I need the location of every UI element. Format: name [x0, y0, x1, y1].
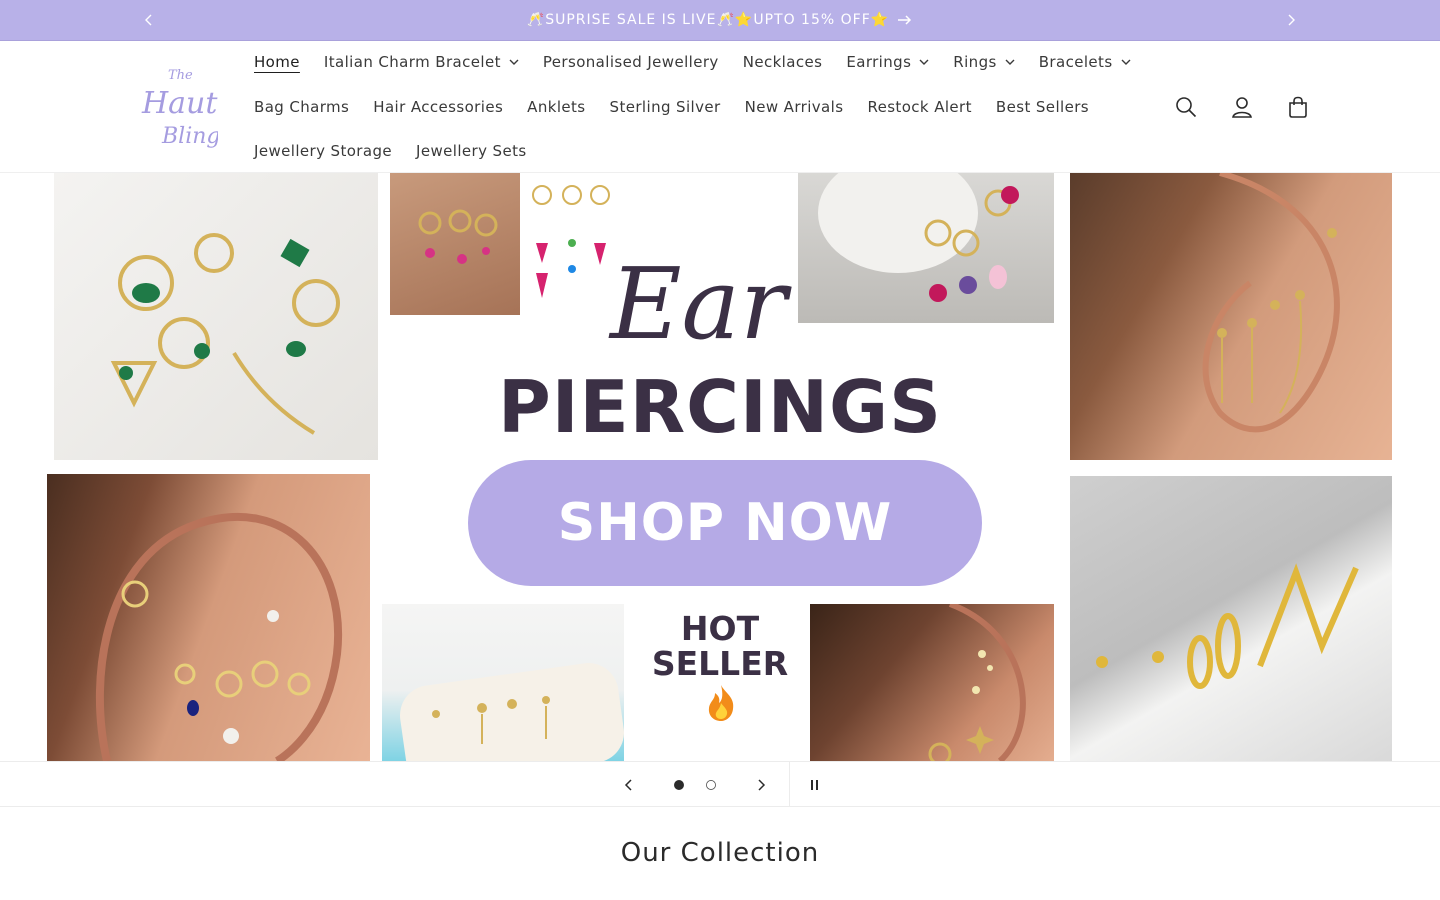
nav-item-label: Italian Charm Bracelet	[323, 53, 501, 71]
chevron-right-icon	[758, 779, 766, 791]
chevron-down-icon	[1005, 57, 1015, 67]
hot-seller-line2: SELLER	[651, 644, 789, 683]
svg-text:Haute: Haute	[141, 86, 218, 121]
pause-icon	[811, 780, 818, 790]
bag-icon	[1289, 96, 1307, 118]
svg-text:The: The	[168, 68, 193, 83]
announcement-bar: 🥂SUPRISE SALE IS LIVE🥂⭐UPTO 15% OFF⭐	[0, 0, 1440, 41]
nav-item-new-arrivals[interactable]: New Arrivals	[733, 98, 856, 116]
slideshow-controls	[0, 761, 1440, 807]
hero-headline: PIERCINGS	[497, 365, 943, 449]
nav-item-label: Bracelets	[1038, 53, 1113, 71]
announcement-text: 🥂SUPRISE SALE IS LIVE🥂⭐UPTO 15% OFF⭐	[526, 12, 890, 28]
nav-item-italian-charm-bracelet[interactable]: Italian Charm Bracelet	[312, 53, 531, 71]
nav-item-jewellery-storage[interactable]: Jewellery Storage	[242, 142, 404, 160]
slide-next-button[interactable]	[749, 773, 773, 797]
nav-item-label: New Arrivals	[744, 98, 844, 116]
ear-script-heading: Ear	[608, 248, 792, 362]
green-earrings-photo	[54, 173, 378, 460]
svg-text:Bling: Bling	[161, 124, 218, 149]
nav-item-bag-charms[interactable]: Bag Charms	[242, 98, 361, 116]
nav-item-label: Jewellery Storage	[254, 142, 393, 160]
nav-item-label: Sterling Silver	[609, 98, 721, 116]
chevron-right-icon	[1288, 14, 1295, 26]
nav-item-label: Personalised Jewellery	[542, 53, 719, 71]
nav-item-rings[interactable]: Rings	[941, 53, 1026, 71]
main-nav-row-3: Jewellery Storage Jewellery Sets	[242, 136, 539, 166]
account-button[interactable]	[1222, 87, 1262, 127]
nav-item-label: Earrings	[846, 53, 912, 71]
search-button[interactable]	[1166, 87, 1206, 127]
chevron-left-icon	[624, 779, 632, 791]
nav-item-label: Rings	[953, 53, 997, 71]
our-collection-heading: Our Collection	[620, 838, 820, 868]
nav-item-jewellery-sets[interactable]: Jewellery Sets	[404, 142, 539, 160]
nav-item-label: Home	[254, 53, 300, 71]
announcement-link[interactable]: 🥂SUPRISE SALE IS LIVE🥂⭐UPTO 15% OFF⭐	[0, 0, 1440, 40]
ear-hoops-photo	[390, 173, 520, 315]
nav-item-label: Bag Charms	[254, 98, 350, 116]
announcement-next-button[interactable]	[1279, 8, 1303, 32]
nav-item-label: Jewellery Sets	[416, 142, 527, 160]
site-header: The Haute Bling Home Italian Charm Bracel…	[0, 41, 1440, 173]
hot-seller-badge: HOT SELLER	[640, 611, 800, 681]
nav-item-home[interactable]: Home	[242, 53, 312, 71]
nav-item-earrings[interactable]: Earrings	[834, 53, 941, 71]
fire-icon	[708, 685, 734, 721]
svg-text:Ear: Ear	[608, 248, 792, 362]
header-icons	[1166, 87, 1318, 127]
main-nav-row-2: Bag Charms Hair Accessories Anklets Sterlin…	[242, 92, 1101, 122]
nav-item-sterling-silver[interactable]: Sterling Silver	[598, 98, 733, 116]
arrow-right-icon	[897, 14, 913, 26]
nav-item-personalised-jewellery[interactable]: Personalised Jewellery	[531, 53, 731, 71]
slide-dot-1[interactable]	[674, 780, 684, 790]
nav-item-necklaces[interactable]: Necklaces	[731, 53, 835, 71]
slide-pause-button[interactable]	[803, 773, 827, 797]
nav-item-label: Restock Alert	[867, 98, 972, 116]
controls-divider	[789, 762, 790, 807]
nav-item-anklets[interactable]: Anklets	[515, 98, 597, 116]
nav-item-label: Necklaces	[742, 53, 823, 71]
search-icon	[1176, 97, 1197, 118]
hero-banner[interactable]: Ear PIERCINGS SHOP NOW HOT SELLER	[0, 173, 1440, 761]
chevron-down-icon	[919, 57, 929, 67]
shop-now-button[interactable]: SHOP NOW	[468, 460, 982, 586]
hot-seller-line1: HOT	[680, 609, 760, 648]
nav-item-bracelets[interactable]: Bracelets	[1027, 53, 1143, 71]
cart-button[interactable]	[1278, 87, 1318, 127]
ear-studs-photo	[47, 474, 370, 761]
slide-prev-button[interactable]	[617, 773, 641, 797]
brand-logo[interactable]: The Haute Bling	[138, 61, 235, 153]
nav-item-label: Hair Accessories	[373, 98, 504, 116]
nav-item-hair-accessories[interactable]: Hair Accessories	[361, 98, 515, 116]
chevron-down-icon	[1121, 57, 1131, 67]
main-nav-row-1: Home Italian Charm Bracelet Personalised J…	[242, 47, 1143, 77]
user-icon	[1232, 97, 1252, 118]
nav-item-restock-alert[interactable]: Restock Alert	[855, 98, 983, 116]
slide-dot-2[interactable]	[706, 780, 716, 790]
earring-card-photo	[382, 604, 624, 761]
chevron-down-icon	[509, 57, 519, 67]
nav-item-best-sellers[interactable]: Best Sellers	[984, 98, 1101, 116]
huggie-hoops-photo	[1070, 476, 1392, 761]
nav-item-label: Best Sellers	[995, 98, 1089, 116]
star-earrings-photo	[810, 604, 1054, 761]
ear-climber-photo	[1070, 173, 1392, 460]
nav-item-label: Anklets	[527, 98, 586, 116]
